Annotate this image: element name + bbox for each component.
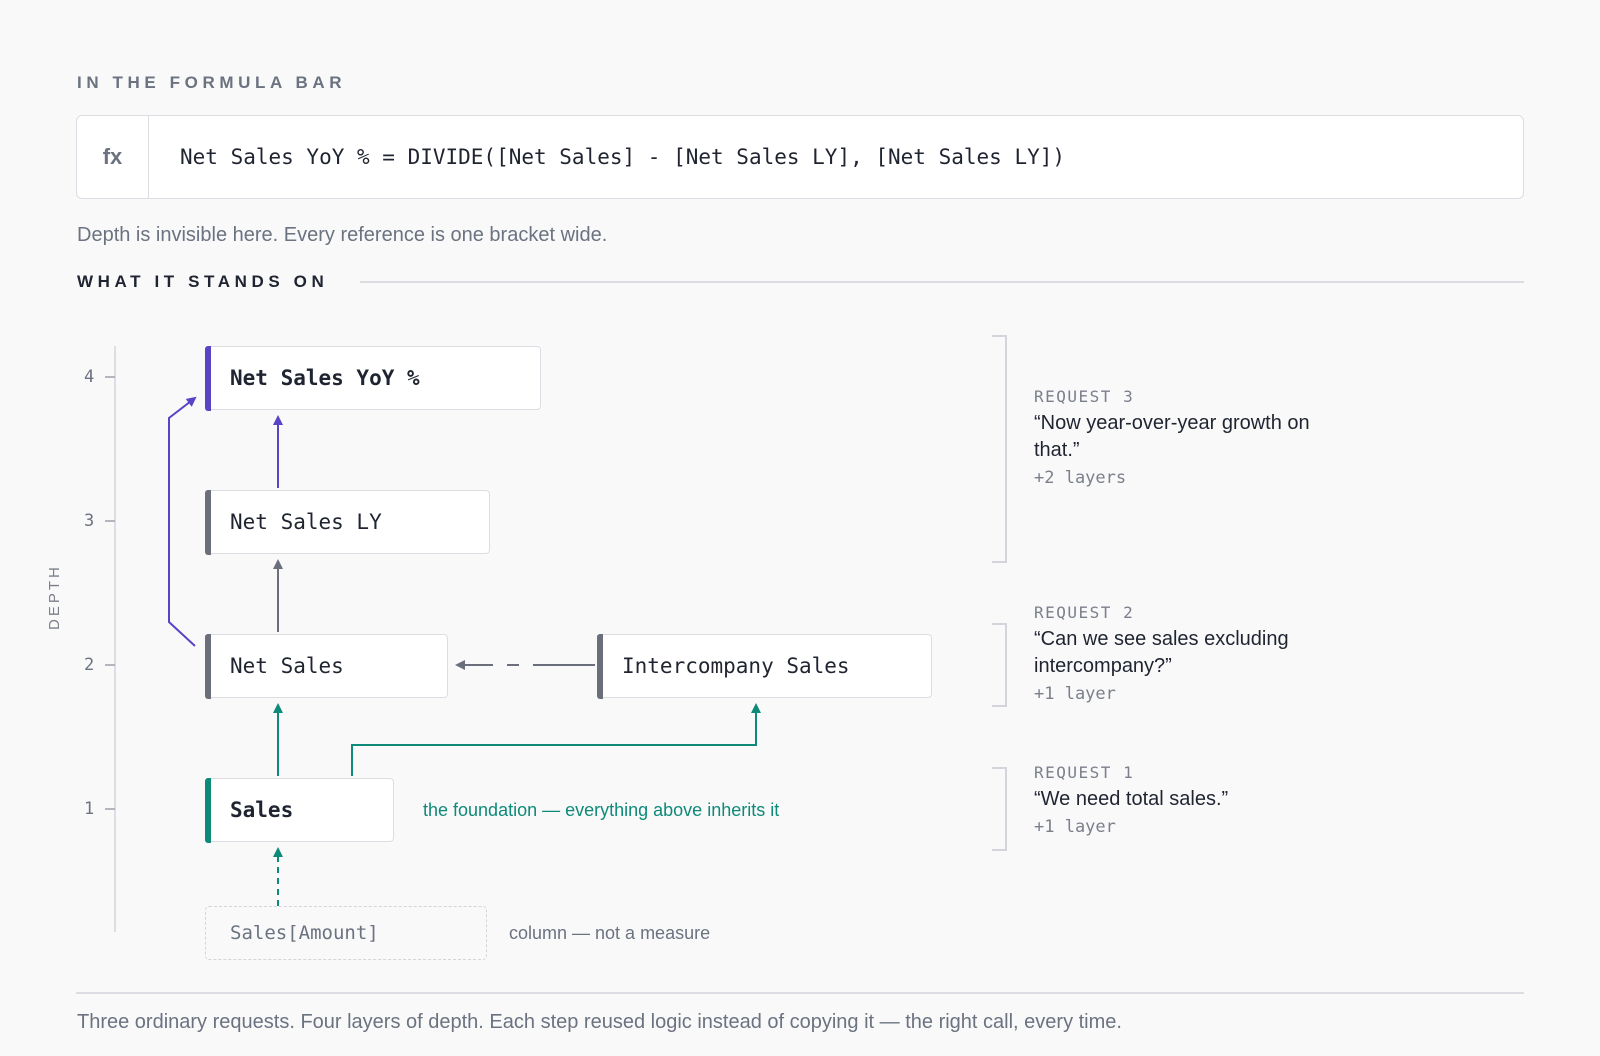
column-caption: column — not a measure (509, 923, 711, 943)
foundation-caption: the foundation — everything above inheri… (423, 800, 780, 820)
request-2-layers: +1 layer (1034, 684, 1116, 704)
request-2-bracket (992, 623, 1007, 707)
request-2-quote: “Can we see sales excluding intercompany… (1034, 628, 1289, 677)
request-3: REQUEST 3 “Now year-over-year growth on … (1034, 387, 1314, 488)
footer-divider (76, 992, 1524, 994)
depth-tick-label-2: 2 (84, 655, 95, 675)
request-1-label: REQUEST 1 (1034, 763, 1135, 782)
request-1-quote: “We need total sales.” (1034, 788, 1229, 810)
node-net-sales[interactable]: Net Sales (204, 633, 448, 699)
request-1: REQUEST 1 “We need total sales.” +1 laye… (1034, 763, 1314, 837)
request-3-bracket (992, 335, 1007, 563)
depth-tick-label-3: 3 (84, 511, 95, 531)
node-sales-amount-column[interactable]: Sales[Amount] (205, 906, 487, 960)
arrow-sales-to-intercompany (351, 703, 761, 776)
node-sales[interactable]: Sales (204, 777, 394, 843)
node-intercompany-sales[interactable]: Intercompany Sales (596, 633, 932, 699)
depth-tick-label-1: 1 (84, 799, 95, 819)
request-2: REQUEST 2 “Can we see sales excluding in… (1034, 603, 1314, 704)
request-3-quote: “Now year-over-year growth on that.” (1034, 412, 1310, 461)
depth-tick-label-4: 4 (84, 367, 95, 387)
request-2-label: REQUEST 2 (1034, 603, 1135, 622)
request-1-bracket (992, 767, 1007, 851)
request-3-label: REQUEST 3 (1034, 387, 1135, 406)
footer-text: Three ordinary requests. Four layers of … (77, 1011, 1122, 1033)
arrow-net-sales-to-yoy (168, 396, 197, 647)
request-1-layers: +1 layer (1034, 817, 1116, 837)
request-3-layers: +2 layers (1034, 468, 1127, 488)
depth-axis-title: DEPTH (46, 564, 63, 630)
node-net-sales-ly[interactable]: Net Sales LY (204, 489, 490, 555)
node-net-sales-yoy[interactable]: Net Sales YoY % (204, 345, 541, 411)
